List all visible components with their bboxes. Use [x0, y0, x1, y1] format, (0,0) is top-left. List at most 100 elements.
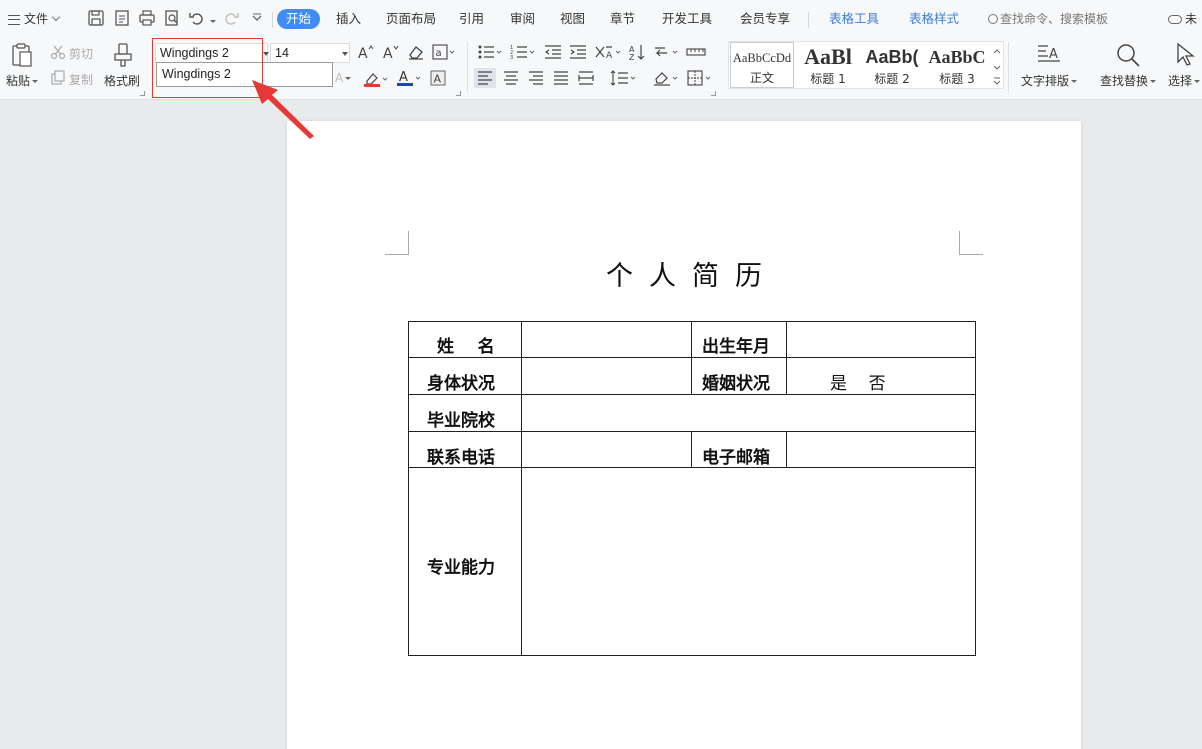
font-group-launcher[interactable]	[456, 91, 461, 96]
find-replace-icon[interactable]	[1115, 42, 1141, 68]
bullet-list-icon[interactable]	[477, 44, 503, 60]
document-page[interactable]: 个人简历 姓 名 出生年月 身体状况 婚姻状况 是 否 毕业院校 联系电话 电子…	[287, 121, 1081, 749]
table-cell[interactable]: 联系电话	[408, 431, 522, 468]
clear-formatting-icon[interactable]	[407, 44, 425, 60]
name-value-cell[interactable]	[521, 321, 692, 358]
birth-date-value-cell[interactable]	[786, 321, 976, 358]
align-center-icon[interactable]	[502, 70, 520, 86]
svg-text:a: a	[436, 48, 442, 59]
table-cell[interactable]: 姓 名	[408, 321, 522, 358]
cloud-sync-label: 未	[1185, 12, 1198, 26]
increase-indent-icon[interactable]	[569, 44, 587, 60]
format-painter-icon[interactable]	[112, 42, 134, 68]
font-color-icon[interactable]: A	[396, 69, 422, 87]
select-button[interactable]: 选择	[1168, 72, 1201, 89]
style-heading-3[interactable]: AaBbC 标题 3	[925, 42, 989, 88]
ruler-icon[interactable]	[686, 44, 706, 60]
paste-icon[interactable]	[10, 42, 34, 68]
paste-button[interactable]: 粘贴	[6, 72, 39, 89]
tab-table-style[interactable]: 表格样式	[909, 9, 959, 29]
chinese-layout-icon[interactable]: A	[594, 43, 622, 61]
line-break-icon[interactable]	[653, 43, 681, 61]
tab-table-tools[interactable]: 表格工具	[829, 9, 879, 29]
marital-status-value-cell[interactable]: 是 否	[786, 357, 976, 395]
line-spacing-icon[interactable]	[610, 69, 638, 87]
table-cell[interactable]: 毕业院校	[408, 394, 522, 432]
text-effect-button[interactable]: A	[335, 71, 352, 85]
svg-text:Z: Z	[629, 53, 635, 61]
sort-icon[interactable]: AZ	[628, 43, 646, 61]
paragraph-group-launcher[interactable]	[711, 91, 716, 96]
format-painter-button[interactable]: 格式刷	[104, 72, 140, 89]
tab-page-layout[interactable]: 页面布局	[386, 9, 436, 29]
tab-view[interactable]: 视图	[560, 9, 585, 29]
text-layout-icon[interactable]: A	[1036, 42, 1062, 66]
print-icon[interactable]	[138, 9, 158, 29]
find-replace-button[interactable]: 查找替换	[1100, 72, 1157, 89]
health-value-cell[interactable]	[521, 357, 692, 395]
select-label: 选择	[1168, 74, 1193, 88]
cursor-icon[interactable]	[1175, 42, 1195, 68]
tab-references[interactable]: 引用	[459, 9, 484, 29]
text-layout-button[interactable]: 文字排版	[1021, 72, 1078, 89]
undo-icon[interactable]	[188, 9, 208, 29]
menu-bar: 文件 开始 插入 页面布局 引用 审阅 视图 章节 开发工具 会员专享 表格工具…	[0, 0, 1202, 38]
export-pdf-icon[interactable]	[113, 9, 133, 29]
email-value-cell[interactable]	[786, 431, 976, 468]
styles-scroll-icon[interactable]	[991, 44, 1003, 86]
shrink-font-icon[interactable]: A	[382, 43, 400, 61]
tab-review[interactable]: 审阅	[510, 9, 535, 29]
tab-home[interactable]: 开始	[277, 9, 321, 29]
tab-insert[interactable]: 插入	[336, 9, 361, 29]
distributed-align-icon[interactable]	[577, 70, 595, 86]
redo-icon[interactable]	[222, 9, 242, 29]
decrease-indent-icon[interactable]	[544, 44, 562, 60]
school-value-cell[interactable]	[521, 394, 976, 432]
customize-toolbar-icon[interactable]	[248, 9, 268, 29]
style-heading-1-name: 标题 1	[810, 72, 846, 86]
numbered-list-icon[interactable]: 123	[510, 44, 536, 60]
table-cell[interactable]: 婚姻状况	[691, 357, 787, 395]
cut-button[interactable]: 剪切	[69, 45, 93, 62]
font-name-dropdown-icon[interactable]	[263, 52, 269, 56]
copy-button[interactable]: 复制	[69, 71, 93, 88]
skills-value-cell[interactable]	[521, 467, 976, 656]
highlight-color-icon[interactable]	[363, 70, 389, 88]
table-cell[interactable]: 身体状况	[408, 357, 522, 395]
table-cell[interactable]: 电子邮箱	[691, 431, 787, 468]
style-heading-2[interactable]: AaBb( 标题 2	[860, 42, 924, 88]
paragraph-shading-icon[interactable]	[653, 69, 681, 87]
command-search[interactable]: 查找命令、搜索模板	[988, 10, 1108, 28]
align-left-icon[interactable]	[474, 68, 496, 88]
save-icon[interactable]	[87, 9, 107, 29]
resume-table[interactable]: 姓 名 出生年月 身体状况 婚姻状况 是 否 毕业院校 联系电话 电子邮箱 专业…	[408, 321, 976, 656]
style-heading-2-sample: AaBb(	[865, 47, 919, 67]
tab-chapter[interactable]: 章节	[610, 9, 635, 29]
document-title[interactable]: 个人简历	[287, 254, 1081, 293]
character-shading-icon[interactable]: A	[430, 70, 446, 86]
table-cell[interactable]: 专业能力	[408, 467, 522, 656]
borders-icon[interactable]	[686, 69, 714, 87]
school-label: 毕业院校	[427, 411, 495, 431]
font-size-combobox[interactable]: 14	[270, 43, 350, 63]
align-right-icon[interactable]	[527, 70, 545, 86]
table-cell[interactable]: 出生年月	[691, 321, 787, 358]
style-normal-name: 正文	[749, 71, 774, 85]
print-preview-icon[interactable]	[163, 9, 183, 29]
style-normal[interactable]: AaBbCcDd 正文	[730, 42, 794, 88]
undo-dropdown-icon[interactable]	[208, 9, 216, 29]
tab-developer[interactable]: 开发工具	[662, 9, 712, 29]
tab-member[interactable]: 会员专享	[740, 9, 790, 29]
justify-icon[interactable]	[552, 70, 570, 86]
svg-text:A: A	[358, 46, 368, 61]
font-size-dropdown-icon[interactable]	[342, 52, 348, 56]
grow-font-icon[interactable]: A	[357, 43, 375, 61]
style-heading-1[interactable]: AaBl 标题 1	[796, 42, 860, 88]
file-menu[interactable]: 文件	[8, 10, 61, 28]
clipboard-group-launcher[interactable]	[140, 91, 145, 96]
phone-value-cell[interactable]	[521, 431, 692, 468]
character-border-icon[interactable]: a	[432, 44, 456, 60]
svg-text:A: A	[434, 73, 442, 86]
cloud-sync-status[interactable]: 未	[1168, 10, 1197, 28]
ribbon-separator	[1008, 42, 1009, 92]
